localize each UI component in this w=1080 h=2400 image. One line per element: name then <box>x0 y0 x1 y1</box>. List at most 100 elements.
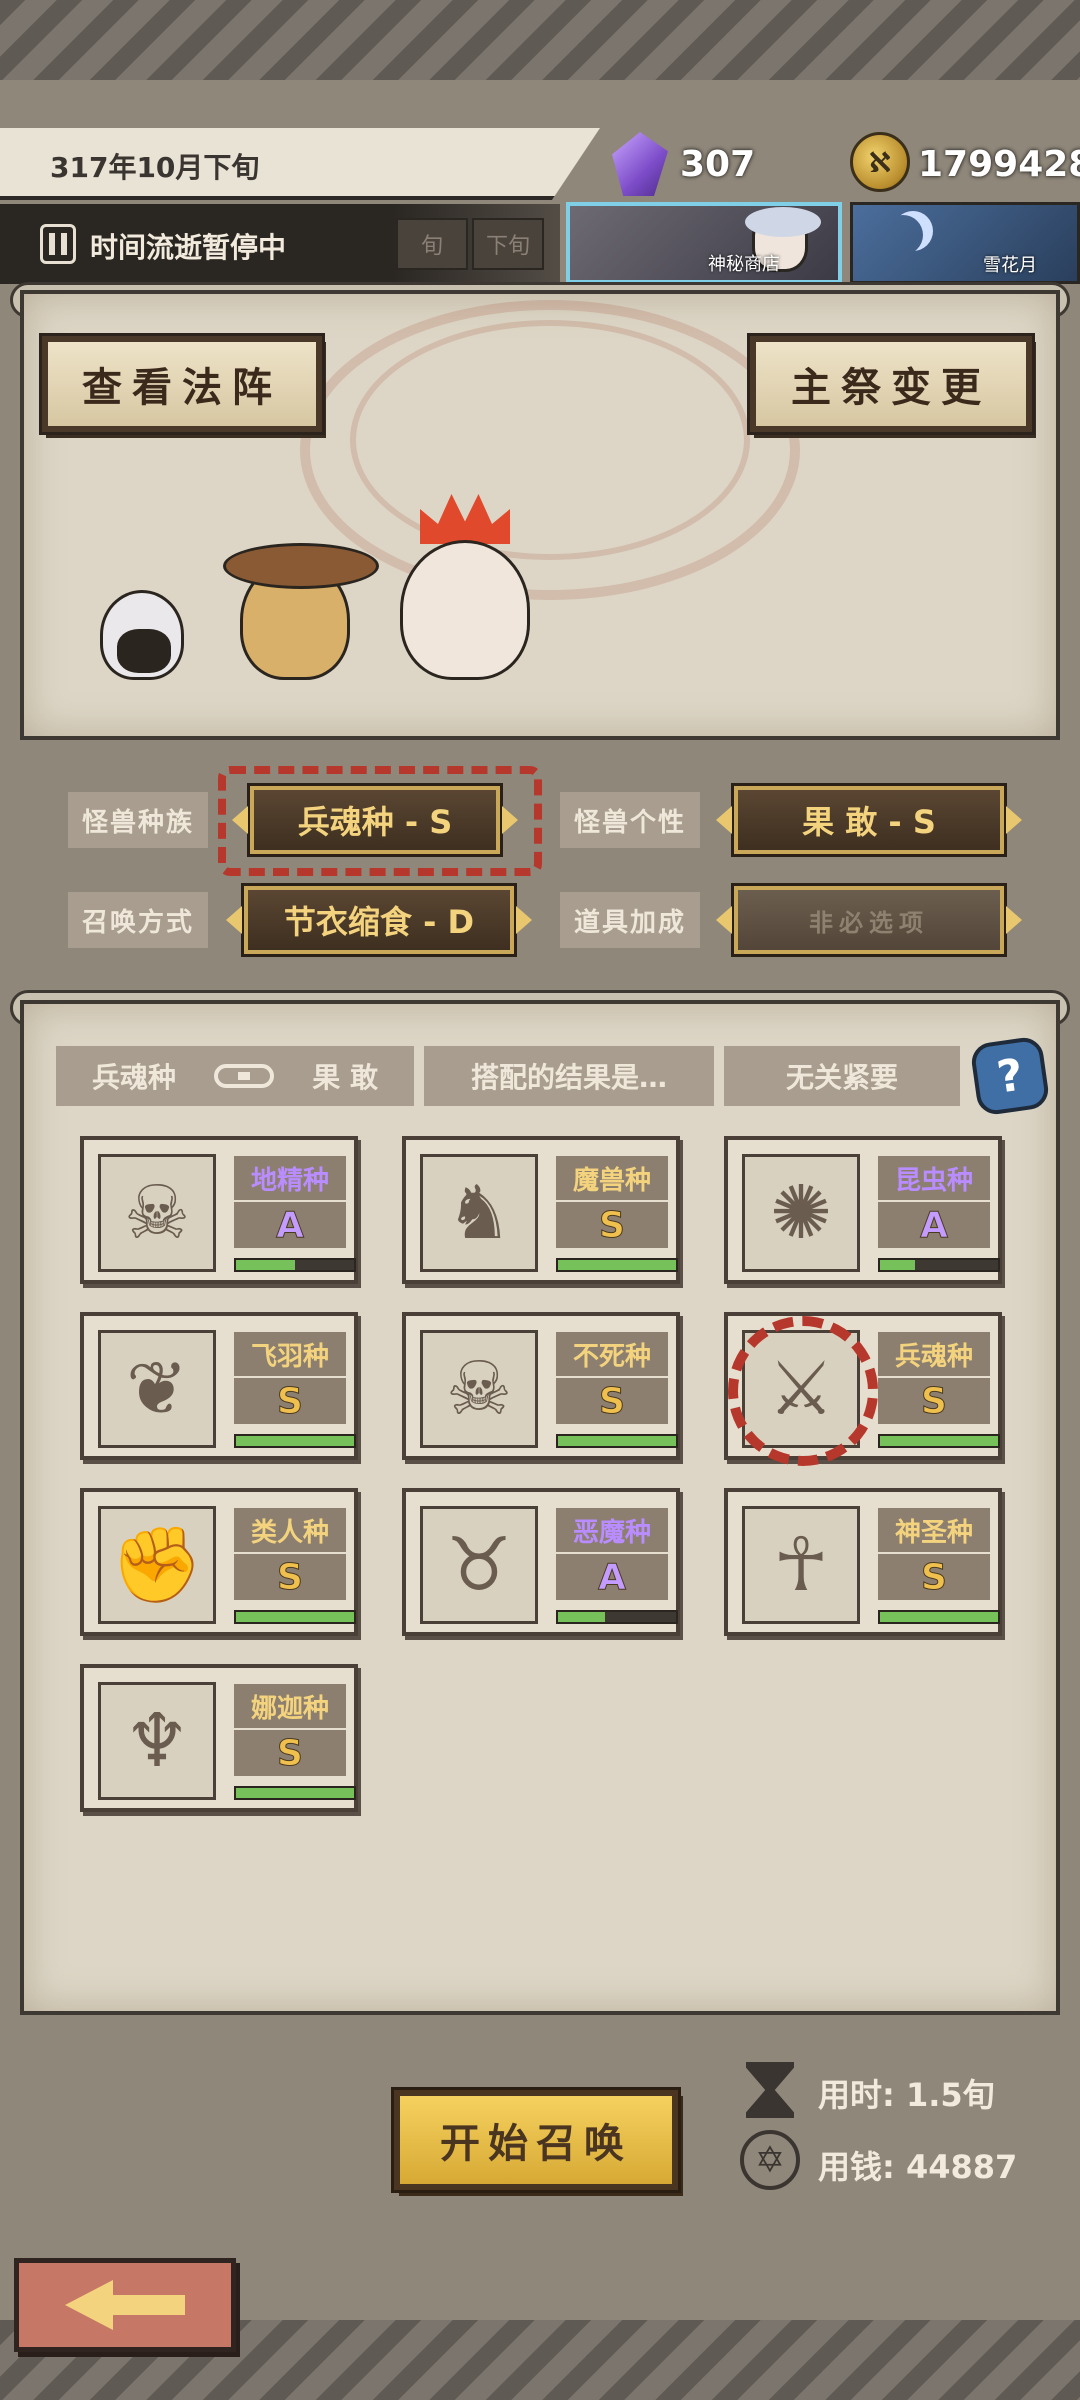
compatibility-fill <box>558 1260 676 1270</box>
race-grade: S <box>556 1378 668 1424</box>
race-card[interactable]: ✺ 昆虫种 A <box>724 1136 1002 1284</box>
personality-label: 怪兽个性 <box>560 792 700 848</box>
race-grade: A <box>556 1554 668 1600</box>
current-date: 317年10月下旬 <box>50 151 260 184</box>
moon-icon <box>883 215 923 255</box>
race-glyph: ♆ <box>123 1698 191 1784</box>
beast-icon: ♞ <box>420 1154 538 1272</box>
race-card[interactable]: ☠ 不死种 S <box>402 1312 680 1460</box>
fist-icon: ✊ <box>98 1506 216 1624</box>
race-card[interactable]: ♞ 魔兽种 S <box>402 1136 680 1284</box>
shop-label: 神秘商店 <box>708 254 780 275</box>
item-bonus-value: 非必选项 <box>809 908 929 937</box>
race-name: 神圣种 <box>878 1508 990 1552</box>
holy-halo-icon: ☥ <box>742 1506 860 1624</box>
race-glyph: ♉ <box>445 1522 513 1608</box>
personality-selector[interactable]: 果 敢 - S <box>716 783 1022 857</box>
compatibility-bar <box>556 1434 678 1448</box>
tab-late-month[interactable]: 下旬 <box>472 218 544 270</box>
help-button[interactable]: ? <box>969 1035 1051 1117</box>
race-grade: A <box>878 1202 990 1248</box>
personality-value: 果 敢 - S <box>802 803 936 841</box>
change-priest-button[interactable]: 主祭变更 <box>747 333 1035 435</box>
race-selector[interactable]: 兵魂种 - S <box>232 783 518 857</box>
time-cost: 用时: 1.5旬 <box>818 2076 995 2114</box>
snow-moon-label: 雪花月 <box>983 255 1037 276</box>
next-arrow-icon[interactable] <box>516 906 532 934</box>
race-grade: S <box>878 1554 990 1600</box>
pentagram-icon: ✡ <box>740 2130 800 2190</box>
compatibility-bar <box>234 1258 356 1272</box>
item-bonus-selector[interactable]: 非必选项 <box>716 883 1022 957</box>
race-glyph: ♞ <box>445 1170 513 1256</box>
race-card[interactable]: ♆ 娜迦种 S <box>80 1664 358 1812</box>
prev-arrow-icon[interactable] <box>716 806 732 834</box>
character-white-hair[interactable] <box>100 590 184 680</box>
compatibility-bar <box>556 1610 678 1624</box>
race-grade: S <box>234 1378 346 1424</box>
compatibility-fill <box>558 1436 676 1446</box>
hourglass-icon <box>746 2062 794 2118</box>
race-card[interactable]: ❦ 飞羽种 S <box>80 1312 358 1460</box>
next-arrow-icon[interactable] <box>1006 906 1022 934</box>
pentagram-glyph: ✡ <box>754 2139 786 2181</box>
mysterious-shop-card[interactable]: 神秘商店 <box>566 202 842 284</box>
race-card[interactable]: ✊ 类人种 S <box>80 1488 358 1636</box>
start-summon-button[interactable]: 开始召唤 <box>391 2087 681 2193</box>
compatibility-bar <box>234 1786 356 1800</box>
race-card[interactable]: ♉ 恶魔种 A <box>402 1488 680 1636</box>
combo-pair: 兵魂种 果 敢 <box>56 1046 414 1106</box>
race-grade: S <box>878 1378 990 1424</box>
race-card[interactable]: ☥ 神圣种 S <box>724 1488 1002 1636</box>
race-glyph: ✺ <box>769 1170 832 1256</box>
prev-arrow-icon[interactable] <box>226 906 242 934</box>
summon-method-label: 召唤方式 <box>68 892 208 948</box>
compatibility-fill <box>880 1436 998 1446</box>
pause-icon[interactable] <box>40 224 76 264</box>
prev-arrow-icon[interactable] <box>232 806 248 834</box>
coin-glyph: ℵ <box>868 145 892 179</box>
next-arrow-icon[interactable] <box>502 806 518 834</box>
next-arrow-icon[interactable] <box>1006 806 1022 834</box>
compatibility-fill <box>236 1612 354 1622</box>
race-name: 兵魂种 <box>878 1332 990 1376</box>
money-cost: 用钱: 44887 <box>818 2148 1018 2186</box>
race-grade: S <box>234 1730 346 1776</box>
race-card[interactable]: ☠ 地精种 A <box>80 1136 358 1284</box>
prev-arrow-icon[interactable] <box>716 906 732 934</box>
selected-ring <box>728 1316 878 1466</box>
summon-method-selector[interactable]: 节衣缩食 - D <box>226 883 532 957</box>
link-icon <box>214 1064 275 1088</box>
combo-result-label: 搭配的结果是… <box>424 1046 714 1106</box>
view-circle-button[interactable]: 查看法阵 <box>39 333 325 435</box>
race-name: 昆虫种 <box>878 1156 990 1200</box>
race-glyph: ☠ <box>445 1346 513 1432</box>
tab-ten-day[interactable]: 旬 <box>396 218 468 270</box>
compatibility-fill <box>880 1260 916 1270</box>
undead-skull-icon: ☠ <box>420 1330 538 1448</box>
crystal-icon <box>612 132 668 196</box>
time-status: 时间流逝暂停中 <box>90 231 287 264</box>
race-name: 类人种 <box>234 1508 346 1552</box>
race-grade: S <box>234 1554 346 1600</box>
race-name: 飞羽种 <box>234 1332 346 1376</box>
character-demon-queen[interactable] <box>323 540 619 680</box>
back-button[interactable] <box>14 2258 236 2352</box>
compatibility-fill <box>236 1436 354 1446</box>
compatibility-bar <box>878 1434 1000 1448</box>
back-arrow-icon <box>65 2280 185 2330</box>
crystal-count: 307 <box>680 144 756 185</box>
compatibility-bar <box>878 1258 1000 1272</box>
demon-icon: ♉ <box>420 1506 538 1624</box>
compatibility-bar <box>878 1610 1000 1624</box>
compatibility-bar <box>234 1610 356 1624</box>
combo-personality: 果 敢 <box>312 1061 378 1094</box>
race-name: 地精种 <box>234 1156 346 1200</box>
character-witch[interactable] <box>223 543 379 680</box>
snow-moon-card[interactable]: 雪花月 <box>850 202 1080 284</box>
race-value: 兵魂种 - S <box>297 803 453 841</box>
insect-icon: ✺ <box>742 1154 860 1272</box>
compatibility-bar <box>556 1258 678 1272</box>
race-card[interactable]: ⚔ 兵魂种 S <box>724 1312 1002 1466</box>
compatibility-bar <box>234 1434 356 1448</box>
